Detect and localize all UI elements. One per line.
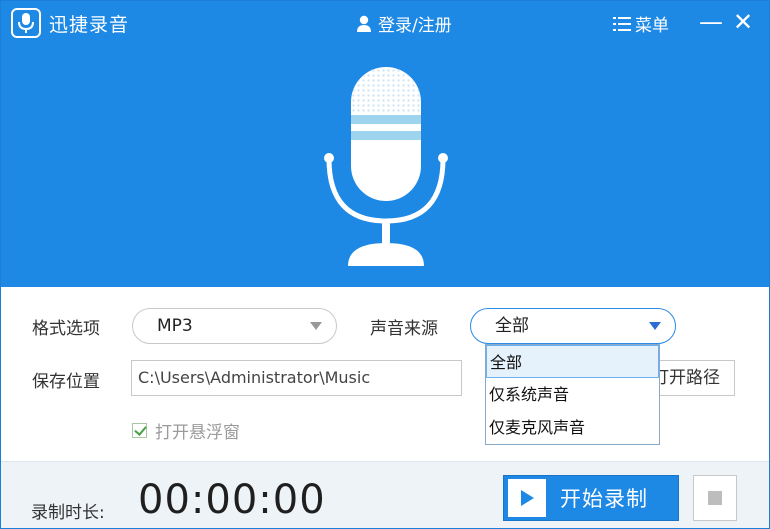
source-dropdown-list: 全部 仅系统声音 仅麦克风声音 — [485, 344, 660, 445]
menu-icon — [613, 16, 631, 31]
minimize-button[interactable]: — — [697, 7, 725, 37]
dropdown-option-system[interactable]: 仅系统声音 — [486, 378, 659, 411]
app-title: 迅捷录音 — [49, 14, 130, 36]
float-window-label: 打开悬浮窗 — [155, 423, 240, 443]
login-button[interactable]: 登录/注册 — [356, 11, 452, 36]
dropdown-option-all[interactable]: 全部 — [486, 345, 659, 378]
recording-timer: 00:00:00 — [138, 477, 326, 523]
save-path-field[interactable]: C:\Users\Administrator\Music — [131, 360, 462, 396]
checkmark-icon — [132, 423, 147, 438]
save-location-label: 保存位置 — [32, 372, 100, 392]
menu-label: 菜单 — [635, 16, 669, 36]
dropdown-arrow-icon — [310, 322, 322, 330]
login-label: 登录/注册 — [378, 16, 452, 36]
hero-banner: 迅捷录音 登录/注册 菜单 — ✕ — [1, 1, 769, 287]
title-bar: 迅捷录音 登录/注册 菜单 — ✕ — [1, 1, 769, 45]
mic-logo-icon — [11, 8, 41, 38]
dropdown-arrow-icon — [649, 322, 661, 330]
format-select[interactable]: MP3 — [132, 308, 337, 344]
source-value: 全部 — [495, 316, 529, 336]
stop-icon — [708, 491, 722, 505]
format-value: MP3 — [157, 316, 193, 336]
start-recording-label: 开始录制 — [560, 487, 648, 511]
play-icon — [508, 479, 546, 517]
menu-button[interactable]: 菜单 — [613, 11, 669, 36]
start-recording-button[interactable]: 开始录制 — [503, 475, 679, 521]
stop-button[interactable] — [693, 475, 737, 521]
source-select[interactable]: 全部 — [470, 308, 676, 344]
float-window-checkbox[interactable]: 打开悬浮窗 — [132, 418, 240, 443]
source-label: 声音来源 — [370, 319, 438, 339]
user-icon — [357, 15, 371, 32]
close-button[interactable]: ✕ — [729, 7, 757, 37]
app-window: 迅捷录音 登录/注册 菜单 — ✕ 格式选项 MP3 声音来源 全部 保存位置 … — [0, 0, 770, 529]
format-label: 格式选项 — [32, 319, 100, 339]
microphone-icon — [324, 67, 448, 266]
dropdown-option-mic[interactable]: 仅麦克风声音 — [486, 411, 659, 444]
duration-label: 录制时长: — [31, 503, 105, 523]
